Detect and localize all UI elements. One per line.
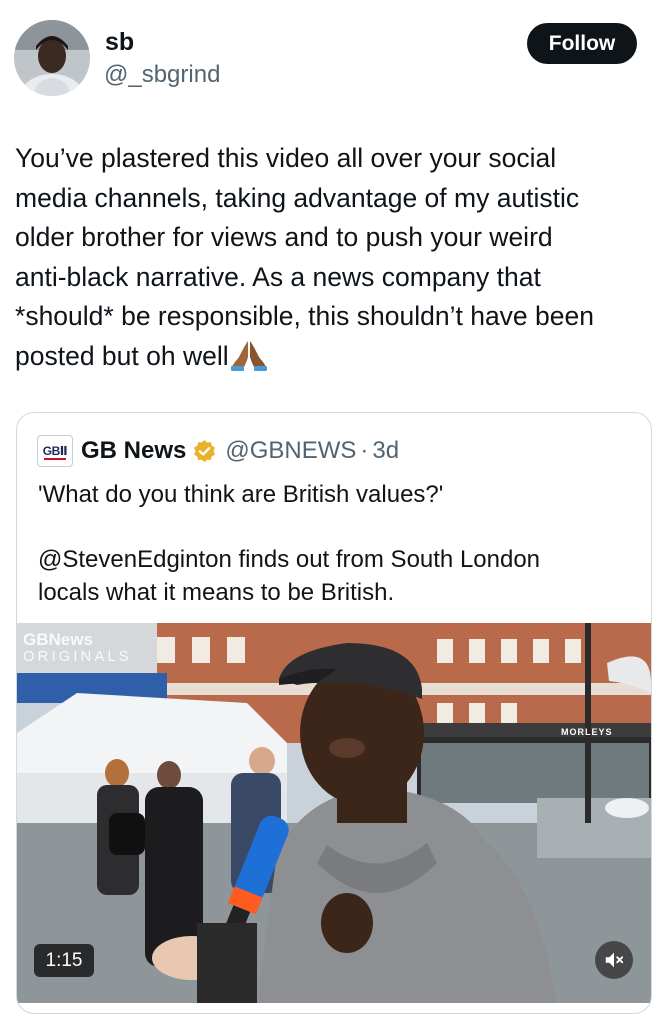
author-handle[interactable]: @_sbgrind — [104, 61, 220, 89]
gb-news-logo[interactable]: GBⅡ — [37, 435, 73, 467]
shop-sign-text: MORLEYS — [561, 727, 613, 737]
tweet-text-content: You’ve plastered this video all over you… — [15, 143, 594, 371]
gold-verified-badge-icon — [194, 439, 216, 462]
follow-button[interactable]: Follow — [527, 23, 637, 64]
tweet-text: You’ve plastered this video all over you… — [15, 139, 655, 382]
quoted-post-text: 'What do you think are British values?' … — [38, 481, 541, 606]
quoted-author-handle[interactable]: @GBNEWS — [225, 437, 356, 465]
video-duration-badge: 1:15 — [34, 944, 94, 977]
video-thumbnail — [17, 623, 651, 1003]
quoted-author-name[interactable]: GB News — [81, 437, 186, 465]
user-avatar[interactable] — [14, 20, 90, 96]
gb-news-originals-watermark: GBNews ORIGINALS — [23, 631, 132, 664]
author-display-name[interactable]: sb — [105, 28, 134, 57]
folded-hands-icon — [230, 339, 267, 383]
watermark-line-1: GBNews — [23, 630, 93, 649]
separator-dot: · — [360, 437, 369, 464]
avatar-photo — [14, 20, 90, 96]
speaker-muted-icon — [605, 952, 624, 968]
quoted-post-card[interactable]: GBⅡ GB News @GBNEWS · 3d 'What do you th… — [16, 412, 652, 1014]
quoted-post-time[interactable]: 3d — [372, 437, 399, 465]
video-player[interactable]: GBNews ORIGINALS MORLEYS 1:15 — [17, 623, 651, 1003]
quoted-post-header: GBⅡ GB News @GBNEWS · 3d — [37, 435, 399, 467]
watermark-line-2: ORIGINALS — [23, 648, 132, 665]
gb-news-logo-text: GBⅡ — [42, 444, 68, 458]
logo-underline — [44, 458, 66, 460]
mute-button[interactable] — [595, 941, 633, 979]
